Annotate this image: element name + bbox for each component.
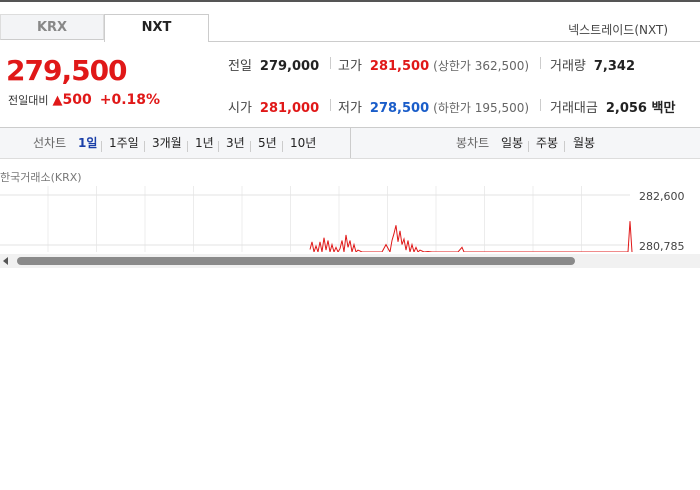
market-label: 넥스트레이드(NXT) [568,23,668,37]
stat-value: 281,000 [259,101,320,116]
stat-value: 281,500 [369,59,430,74]
line-chart-periods: 선차트 1일 1주일 3개월 1년 3년 5년 10년 [0,128,351,158]
stat-low: 저가 278,500 (하한가 195,500) [338,97,529,116]
stat-prev-close: 전일 279,000 [228,55,319,74]
chart-grid-vertical [47,186,582,252]
stat-value: 278,500 [369,101,430,116]
stat-label: 거래대금 [550,101,598,116]
candle-daily[interactable]: 일봉 [501,128,523,158]
divider [564,141,565,152]
upper-limit: (상한가 362,500) [433,59,530,73]
stat-label: 저가 [338,101,362,116]
divider [540,57,541,69]
top-border [0,0,700,2]
stat-label: 고가 [338,59,362,74]
tab-krx[interactable]: KRX [0,14,104,40]
price-chart-svg: 282,600 280,785 [0,186,685,254]
divider [218,141,219,152]
line-chart-label: 선차트 [33,136,67,150]
y-tick-label: 282,600 [639,190,685,203]
tab-nxt[interactable]: NXT [104,14,209,42]
lower-limit: (하한가 195,500) [433,101,530,115]
divider [330,57,331,69]
scroll-left-arrow-icon[interactable] [3,257,8,265]
candle-monthly[interactable]: 월봉 [573,128,595,158]
candle-chart-label: 봉차트 [456,136,490,150]
chart-scrollbar[interactable] [0,254,700,268]
stat-value: 279,000 [259,59,320,74]
stat-value: 7,342 [593,59,636,74]
chart-source: 한국거래소(KRX) [0,171,82,184]
period-3m[interactable]: 3개월 [152,128,182,158]
divider [330,99,331,111]
chart-period-bar: 선차트 1일 1주일 3개월 1년 3년 5년 10년 봉차트 일봉 주봉 월봉 [0,128,700,159]
stat-trade-value: 거래대금 2,056 백만 [550,97,675,116]
price-series-line [309,221,633,254]
period-1y[interactable]: 1년 [195,128,214,158]
y-tick-label: 280,785 [639,240,685,252]
divider [528,141,529,152]
price-chart: 282,600 280,785 [0,186,700,254]
quote-stats: 전일 279,000 고가 281,500 (상한가 362,500) 거래량 7,34… [0,42,700,128]
stat-high: 고가 281,500 (상한가 362,500) [338,55,529,74]
period-5y[interactable]: 5년 [258,128,277,158]
divider [540,99,541,111]
period-1d[interactable]: 1일 [78,128,97,158]
divider [282,141,283,152]
stat-open: 시가 281,000 [228,97,319,116]
scrollbar-thumb[interactable] [17,257,575,265]
stat-label: 시가 [228,101,252,116]
divider [144,141,145,152]
stat-label: 전일 [228,59,252,74]
stat-volume: 거래량 7,342 [550,55,635,74]
stat-label: 거래량 [550,59,586,74]
divider [101,141,102,152]
divider [250,141,251,152]
period-10y[interactable]: 10년 [290,128,316,158]
period-1w[interactable]: 1주일 [109,128,139,158]
period-3y[interactable]: 3년 [226,128,245,158]
divider [187,141,188,152]
stat-value: 2,056 백만 [605,101,676,116]
candle-weekly[interactable]: 주봉 [536,128,558,158]
